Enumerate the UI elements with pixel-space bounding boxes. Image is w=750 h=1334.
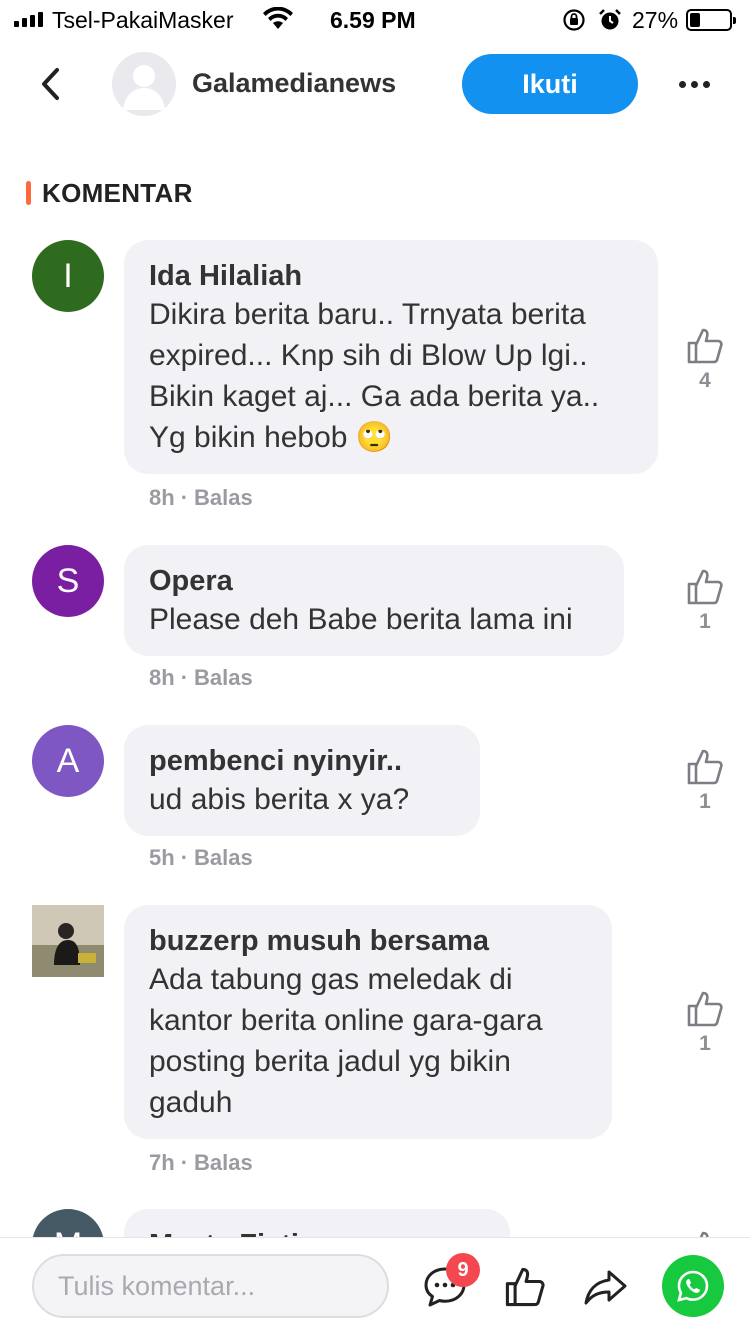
comment-bubble: Ida Hilaliah Dikira berita baru.. Trnyat… <box>124 240 658 474</box>
commenter-name[interactable]: pembenci nyinyir.. <box>149 743 456 779</box>
section-accent-bar <box>26 181 31 205</box>
section-title-text: KOMENTAR <box>42 177 193 208</box>
back-button[interactable] <box>30 62 70 106</box>
comment-meta: 8h · Balas <box>149 665 253 690</box>
thumbs-up-icon <box>687 569 723 605</box>
comment-item: M Mayta Fiati <box>0 1209 750 1237</box>
commenter-name[interactable]: buzzerp musuh bersama <box>149 923 588 959</box>
commenter-avatar[interactable]: S <box>32 545 104 617</box>
reply-button[interactable]: Balas <box>194 665 253 690</box>
like-button[interactable]: 1 <box>682 567 728 634</box>
clock: 6.59 PM <box>330 7 416 33</box>
reply-button[interactable]: Balas <box>194 1150 253 1175</box>
channel-name[interactable]: Galamedianews <box>192 68 396 99</box>
comment-meta: 8h · Balas <box>149 485 253 510</box>
share-icon[interactable] <box>582 1264 628 1310</box>
comment-meta: 5h · Balas <box>149 845 253 870</box>
comment-text: ud abis berita x ya? <box>149 783 410 816</box>
wifi-icon <box>262 6 294 37</box>
status-bar: Tsel-PakaiMasker 6.59 PM 27% <box>0 0 750 40</box>
battery-icon <box>686 9 736 31</box>
like-count: 1 <box>699 790 711 813</box>
comment-text: Dikira berita baru.. Trnyata berita expi… <box>149 298 600 454</box>
thumbs-up-icon <box>699 1231 709 1237</box>
reply-button[interactable]: Balas <box>194 845 253 870</box>
like-button[interactable]: 1 <box>682 747 728 814</box>
thumbs-up-icon <box>687 749 723 785</box>
comment-bubble: Opera Please deh Babe berita lama ini <box>124 545 624 656</box>
channel-header: Galamedianews Ikuti <box>0 50 750 120</box>
comment-input[interactable] <box>32 1254 389 1318</box>
alarm-icon <box>598 8 622 38</box>
commenter-name[interactable]: Mayta Fiati <box>149 1227 486 1237</box>
comments-section-title: KOMENTAR <box>26 176 193 210</box>
battery-level <box>690 13 700 27</box>
carrier-name: Tsel-PakaiMasker <box>52 7 234 33</box>
commenter-avatar[interactable] <box>32 905 104 977</box>
commenter-avatar[interactable]: I <box>32 240 104 312</box>
signal-icon <box>14 11 43 27</box>
comment-bubble: pembenci nyinyir.. ud abis berita x ya? <box>124 725 480 836</box>
like-icon[interactable] <box>502 1264 548 1310</box>
comment-time: 8h <box>149 485 175 510</box>
bottom-action-bar <box>0 1237 750 1334</box>
comment-time: 5h <box>149 845 175 870</box>
like-button[interactable]: 4 <box>682 326 728 393</box>
more-icon[interactable] <box>672 68 716 100</box>
reply-button[interactable]: Balas <box>194 485 253 510</box>
comment-time: 7h <box>149 1150 175 1175</box>
like-count: 4 <box>699 369 711 392</box>
channel-avatar[interactable] <box>112 52 176 116</box>
avatar-placeholder-icon <box>123 65 165 110</box>
comment-bubble: Mayta Fiati <box>124 1209 510 1237</box>
comment-time: 8h <box>149 665 175 690</box>
battery-percent: 27% <box>632 7 679 33</box>
commenter-name[interactable]: Ida Hilaliah <box>149 258 634 294</box>
follow-button[interactable]: Ikuti <box>462 54 638 114</box>
comment-bubble: buzzerp musuh bersama Ada tabung gas mel… <box>124 905 612 1139</box>
profile-photo <box>32 905 104 977</box>
whatsapp-icon <box>677 1270 709 1302</box>
whatsapp-share-button[interactable] <box>662 1255 724 1317</box>
comment-text: Please deh Babe berita lama ini <box>149 603 573 636</box>
like-count: 1 <box>699 610 711 633</box>
back-arrow-icon <box>42 68 59 100</box>
commenter-avatar[interactable]: M <box>32 1209 104 1237</box>
thumbs-up-icon <box>687 991 723 1027</box>
rotation-lock-icon <box>562 8 586 38</box>
comment-text: Ada tabung gas meledak di kantor berita … <box>149 963 543 1119</box>
comment-count-badge: 9 <box>446 1253 480 1287</box>
commenter-avatar[interactable]: A <box>32 725 104 797</box>
like-button[interactable] <box>682 1229 728 1237</box>
like-button[interactable]: 1 <box>682 989 728 1056</box>
thumbs-up-icon <box>687 328 723 364</box>
like-count: 1 <box>699 1032 711 1055</box>
comment-meta: 7h · Balas <box>149 1150 253 1175</box>
commenter-name[interactable]: Opera <box>149 563 600 599</box>
